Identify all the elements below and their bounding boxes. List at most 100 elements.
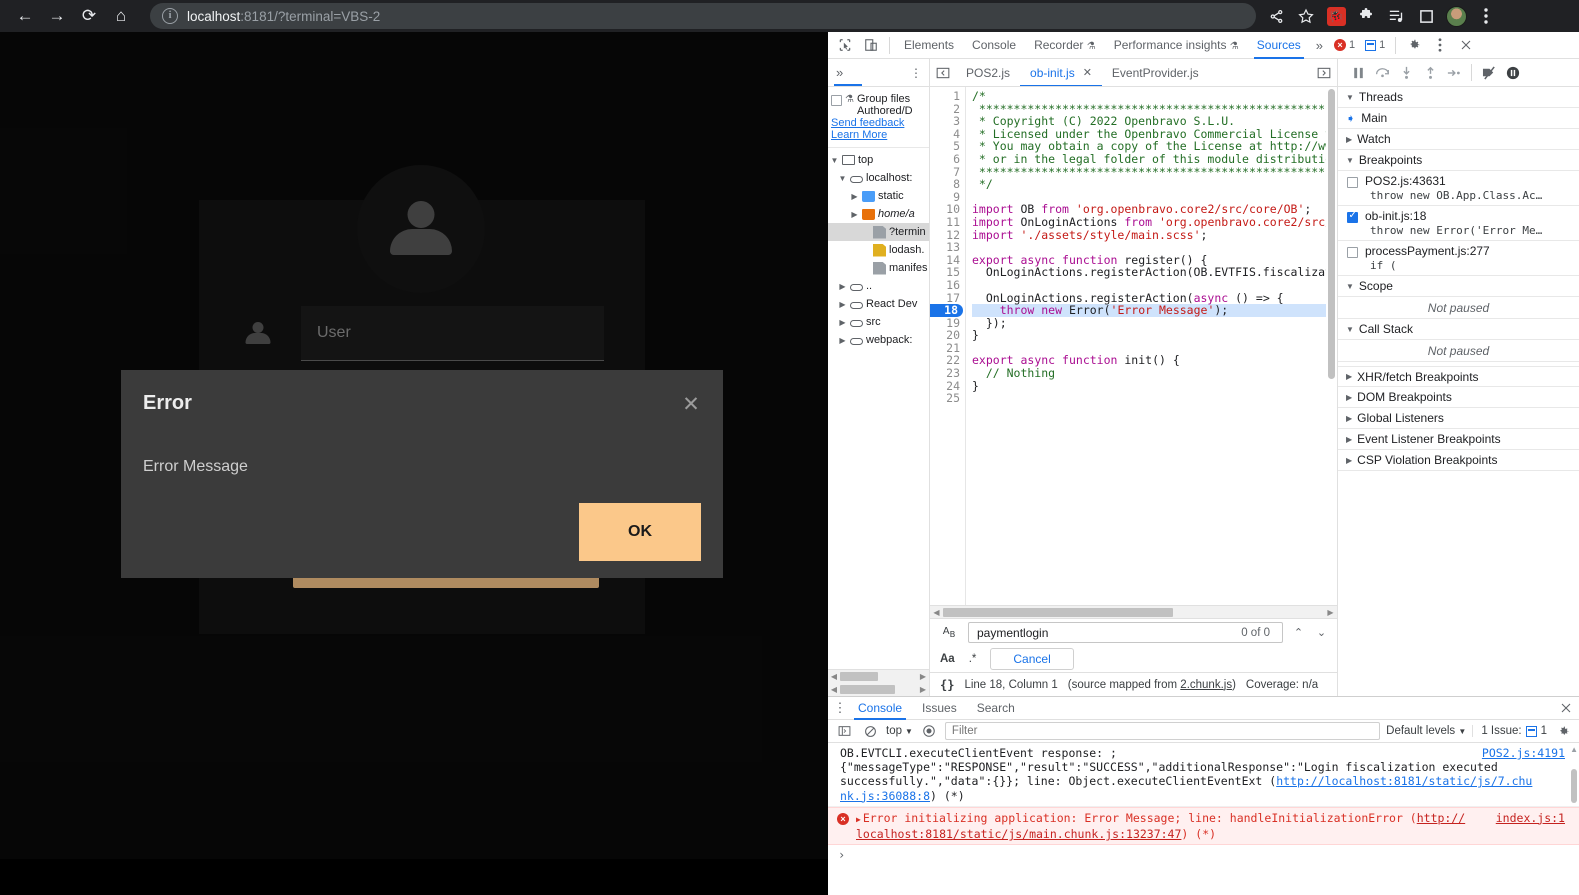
kebab-icon[interactable] [1427,33,1453,57]
line-number[interactable]: 6 [930,153,960,166]
ok-button[interactable]: OK [579,503,701,561]
match-case-icon[interactable]: AB [938,626,960,639]
browser-menu-icon[interactable] [1472,2,1500,30]
breakpoint-checkbox[interactable] [1347,212,1358,223]
code-content[interactable]: /* *************************************… [966,87,1337,605]
device-toolbar-icon[interactable] [858,33,884,57]
line-number[interactable]: 16 [930,279,960,292]
code-area[interactable]: 1234567891011121314151617181920212223242… [930,87,1337,605]
breakpoint-item[interactable]: POS2.js:43631 throw new OB.App.Class.Ac… [1338,171,1579,206]
tree-item-localhost[interactable]: ▼ localhost: [828,169,929,187]
console-vertical-scrollbar[interactable]: ▲ [1569,743,1579,895]
navigator-hscrollbar-inner[interactable]: ◀ ▶ [828,683,929,696]
editor-vertical-scrollbar[interactable] [1326,87,1337,605]
live-expression-icon[interactable] [919,722,939,741]
share-icon[interactable] [1262,2,1290,30]
drawer-kebab-icon[interactable]: ⋮ [832,700,848,716]
code-line[interactable] [972,392,1337,405]
file-tab-eventprovider[interactable]: EventProvider.js [1102,59,1209,86]
line-number[interactable]: 8 [930,178,960,191]
pretty-print-icon[interactable]: {} [940,678,954,692]
console-sidebar-icon[interactable] [834,722,854,741]
panel-collapse-icon[interactable] [930,61,956,85]
tab-performance-insights[interactable]: Performance insights ⚗ [1105,32,1248,59]
log-levels-selector[interactable]: Default levels ▼ [1386,725,1466,737]
chevron-right-icon[interactable]: ▶ [838,282,847,291]
code-line[interactable]: } [972,380,1337,393]
file-tab-pos2[interactable]: POS2.js [956,59,1020,86]
message-source-link[interactable]: POS2.js:4191 [1482,746,1565,760]
chevron-right-icon[interactable]: ▶ [1346,435,1352,444]
section-breakpoints[interactable]: ▼ Breakpoints [1338,150,1579,171]
avatar[interactable] [1442,2,1470,30]
line-number[interactable]: 20 [930,329,960,342]
code-line[interactable]: }); [972,317,1337,330]
breakpoint-item[interactable]: processPayment.js:277 if ( [1338,241,1579,276]
learn-more-link[interactable]: Learn More [828,129,929,141]
line-number[interactable]: 18 [930,304,963,317]
expand-arrow-icon[interactable]: ▶ [856,815,861,824]
section-scope[interactable]: ▼ Scope [1338,276,1579,297]
tab-console[interactable]: Console [848,697,912,720]
pause-resume-button[interactable] [1346,61,1370,85]
gear-icon[interactable] [1401,33,1427,57]
tab-recorder[interactable]: Recorder ⚗ [1025,32,1105,59]
tree-item-webpack[interactable]: ▶ webpack: [828,331,929,349]
star-icon[interactable] [1292,2,1320,30]
scroll-right-icon[interactable]: ▶ [917,672,929,681]
chevron-right-icon[interactable]: ▶ [1346,135,1352,144]
section-call-stack[interactable]: ▼ Call Stack [1338,319,1579,340]
tree-item-terminal[interactable]: ▶ ?termin [828,223,929,241]
section-threads[interactable]: ▼ Threads [1338,87,1579,108]
tab-sources[interactable]: Sources [1248,32,1310,59]
regex-toggle[interactable]: .* [969,653,977,665]
cancel-button[interactable]: Cancel [990,648,1073,670]
breakpoint-checkbox[interactable] [1347,177,1358,188]
chevron-right-icon[interactable]: ▶ [1346,414,1352,423]
tree-item-manifest[interactable]: ▶ manifes [828,259,929,277]
code-line[interactable]: } [972,329,1337,342]
navigator-hscrollbar-outer[interactable]: ◀ ▶ [828,670,929,683]
chevron-right-icon[interactable]: ▶ [1346,456,1352,465]
scroll-left-icon[interactable]: ◀ [828,685,840,694]
deactivate-breakpoints-button[interactable] [1477,61,1501,85]
line-number[interactable]: 11 [930,216,960,229]
step-out-button[interactable] [1418,61,1442,85]
tree-item-static[interactable]: ▶ static [828,187,929,205]
tree-item-src[interactable]: ▶ src [828,313,929,331]
error-count-badge[interactable]: × 1 [1329,36,1360,54]
section-event-listener-breakpoints[interactable]: ▶ Event Listener Breakpoints [1338,429,1579,450]
code-line[interactable]: ****************************************… [972,166,1337,179]
tree-item-parent[interactable]: ▶ .. [828,277,929,295]
editor-horizontal-scrollbar[interactable]: ◀ ▶ [930,605,1337,618]
tree-item-home[interactable]: ▶ home/a [828,205,929,223]
reload-icon[interactable]: ⟳ [74,1,104,31]
extension-badge-icon[interactable]: 🐞 [1322,2,1350,30]
chevron-down-icon[interactable]: ▼ [1346,325,1354,334]
editor-search-field[interactable]: 0 of 0 [968,622,1283,643]
address-bar[interactable]: i localhost:8181/?terminal=VBS-2 [150,3,1256,29]
navigator-kebab-icon[interactable]: ⋮ [903,61,929,85]
line-number[interactable]: 25 [930,392,960,405]
scroll-left-icon[interactable]: ◀ [828,672,840,681]
message-source-link[interactable]: index.js:1 [1496,811,1565,825]
tree-item-top[interactable]: ▼ top [828,151,929,169]
line-number[interactable]: 1 [930,90,960,103]
chevron-down-icon[interactable]: ▼ [1346,282,1354,291]
chevron-right-icon[interactable]: ▶ [1346,372,1352,381]
close-icon[interactable] [1553,696,1579,720]
chevron-right-icon[interactable]: ▶ [1346,393,1352,402]
group-files-checkbox[interactable] [831,95,842,106]
close-icon[interactable]: ✕ [1083,59,1092,86]
section-global-listeners[interactable]: ▶ Global Listeners [1338,408,1579,429]
scroll-up-icon[interactable]: ▲ [1570,745,1578,754]
chevron-right-icon[interactable]: ▶ [838,336,847,345]
execution-context-selector[interactable]: top ▼ [886,725,913,737]
tab-elements[interactable]: Elements [895,32,963,59]
console-log-message[interactable]: POS2.js:4191 OB.EVTCLI.executeClientEven… [828,743,1579,807]
step-into-button[interactable] [1394,61,1418,85]
media-list-icon[interactable] [1382,2,1410,30]
code-line[interactable]: */ [972,178,1337,191]
chevron-right-icon[interactable]: ▶ [850,192,859,201]
line-number[interactable]: 23 [930,367,960,380]
